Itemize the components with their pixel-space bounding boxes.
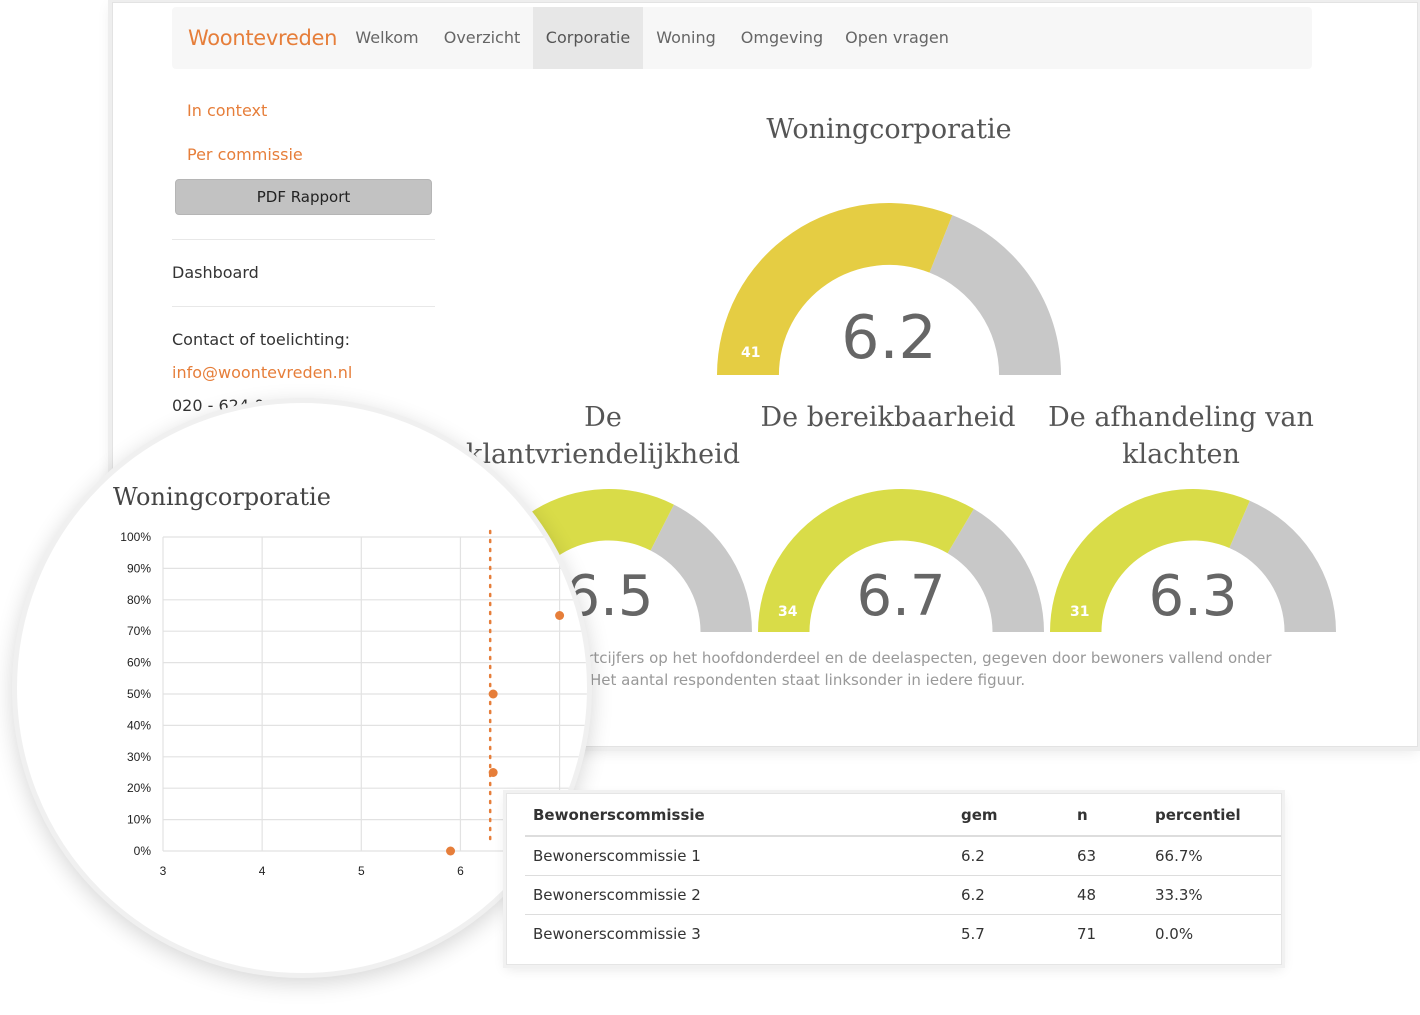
cell-n: 48 [1069,875,1147,915]
gauge-respondent-count: 34 [778,604,798,620]
navbar: Woontevreden Welkom Overzicht Corporatie… [172,7,1312,69]
x-tick-label: 6 [457,864,464,878]
cell-percentiel: 0.0% [1155,924,1194,943]
gauge-value: 6.7 [856,564,946,629]
column-header-gem[interactable]: gem [953,794,1069,837]
y-tick-label: 90% [127,561,151,575]
gauge-title-line: De afhandeling van [1048,402,1314,433]
cell-gem: 6.2 [953,836,1069,876]
magnifier-chart-panel: Woningcorporatie 100% 90% 80% 70% 60% 50% 40% 3… [12,398,592,978]
caption-line: Het aantal respondenten staat linksonder… [590,671,1026,689]
nav-item-corporatie[interactable]: Corporatie [533,7,643,69]
y-tick-label: 10% [127,813,151,827]
sidebar-link-dashboard[interactable]: Dashboard [172,263,259,282]
gauge-bereikbaarheid: 6.7 34 [758,486,1044,632]
y-tick-label: 100% [120,530,151,544]
table-row: Bewonerscommissie 1 6.2 63 66.7% [525,836,1281,876]
gauge-value: 6.3 [1148,564,1238,629]
gauge-respondent-count: 41 [741,345,761,361]
contact-label: Contact of toelichting: [172,330,350,349]
sidebar-divider [172,306,435,307]
column-header-percentiel[interactable]: percentiel [1147,794,1281,837]
cell-commissie: Bewonerscommissie 2 [525,875,953,915]
caption-line: ortcijfers op het hoofdonderdeel en de d… [578,649,1272,667]
contact-email-link[interactable]: info@woontevreden.nl [172,363,352,382]
gauge-respondent-count: 31 [1070,604,1090,620]
x-tick-label: 3 [160,864,167,878]
scatter-point [488,768,498,777]
sidebar-divider [172,239,435,240]
screenshot-stage: Woontevreden Welkom Overzicht Corporatie… [0,0,1420,1015]
x-tick-label: 5 [358,864,365,878]
y-tick-label: 80% [127,593,151,607]
cell-commissie: Bewonerscommissie 3 [533,924,701,943]
pdf-report-button[interactable]: PDF Rapport [175,179,432,215]
nav-item-welkom[interactable]: Welkom [342,7,432,69]
gauge-title-bereikbaarheid: De bereikbaarheid [743,399,1033,436]
y-tick-label: 0% [134,844,152,858]
scatter-point [446,846,456,856]
y-tick-label: 40% [127,718,151,732]
gauge-value: 6.2 [841,303,937,373]
cell-gem: 5.7 [961,924,985,943]
main-gauge-title: Woningcorporatie [766,114,1012,145]
cell-n: 71 [1077,924,1097,943]
gauge-title-line: klachten [1122,439,1240,470]
gauge-caption: ortcijfers op het hoofdonderdeel en de d… [543,647,1303,691]
nav-item-overzicht[interactable]: Overzicht [432,7,532,69]
gauge-title-afhandeling: De afhandeling van klachten [1041,399,1321,473]
x-tick-label: 4 [259,864,266,878]
y-tick-label: 20% [127,781,151,795]
cell-n: 63 [1069,836,1147,876]
commission-table-card: Bewonerscommissie gem n percentiel Bewon… [506,793,1282,965]
table-header-row: Bewonerscommissie gem n percentiel [525,794,1281,837]
gauge-afhandeling: 6.3 31 [1050,486,1336,632]
scatter-point [488,689,498,699]
column-header-bewonerscommissie[interactable]: Bewonerscommissie [525,794,953,837]
commission-table: Bewonerscommissie gem n percentiel Bewon… [525,794,1281,953]
column-header-n[interactable]: n [1069,794,1147,837]
y-tick-label: 60% [127,656,151,670]
cell-commissie: Bewonerscommissie 1 [525,836,953,876]
y-tick-label: 70% [127,624,151,638]
table-row: Bewonerscommissie 2 6.2 48 33.3% [525,875,1281,915]
y-tick-label: 30% [127,750,151,764]
brand-logo-link[interactable]: Woontevreden [188,7,337,69]
table-row: Bewonerscommissie 3 5.7 71 0.0% [525,914,1281,953]
sidebar-link-in-context[interactable]: In context [187,101,267,120]
gauge-title-line: De bereikbaarheid [760,402,1016,433]
sidebar-link-per-commissie[interactable]: Per commissie [187,145,303,164]
nav-item-open-vragen[interactable]: Open vragen [835,7,959,69]
cell-percentiel: 33.3% [1147,875,1281,915]
cell-percentiel: 66.7% [1147,836,1281,876]
main-gauge: 6.2 41 [717,199,1061,375]
y-tick-label: 50% [127,687,151,701]
scatter-point [555,611,565,620]
cell-gem: 6.2 [953,875,1069,915]
nav-item-omgeving[interactable]: Omgeving [729,7,835,69]
nav-item-woning[interactable]: Woning [643,7,729,69]
